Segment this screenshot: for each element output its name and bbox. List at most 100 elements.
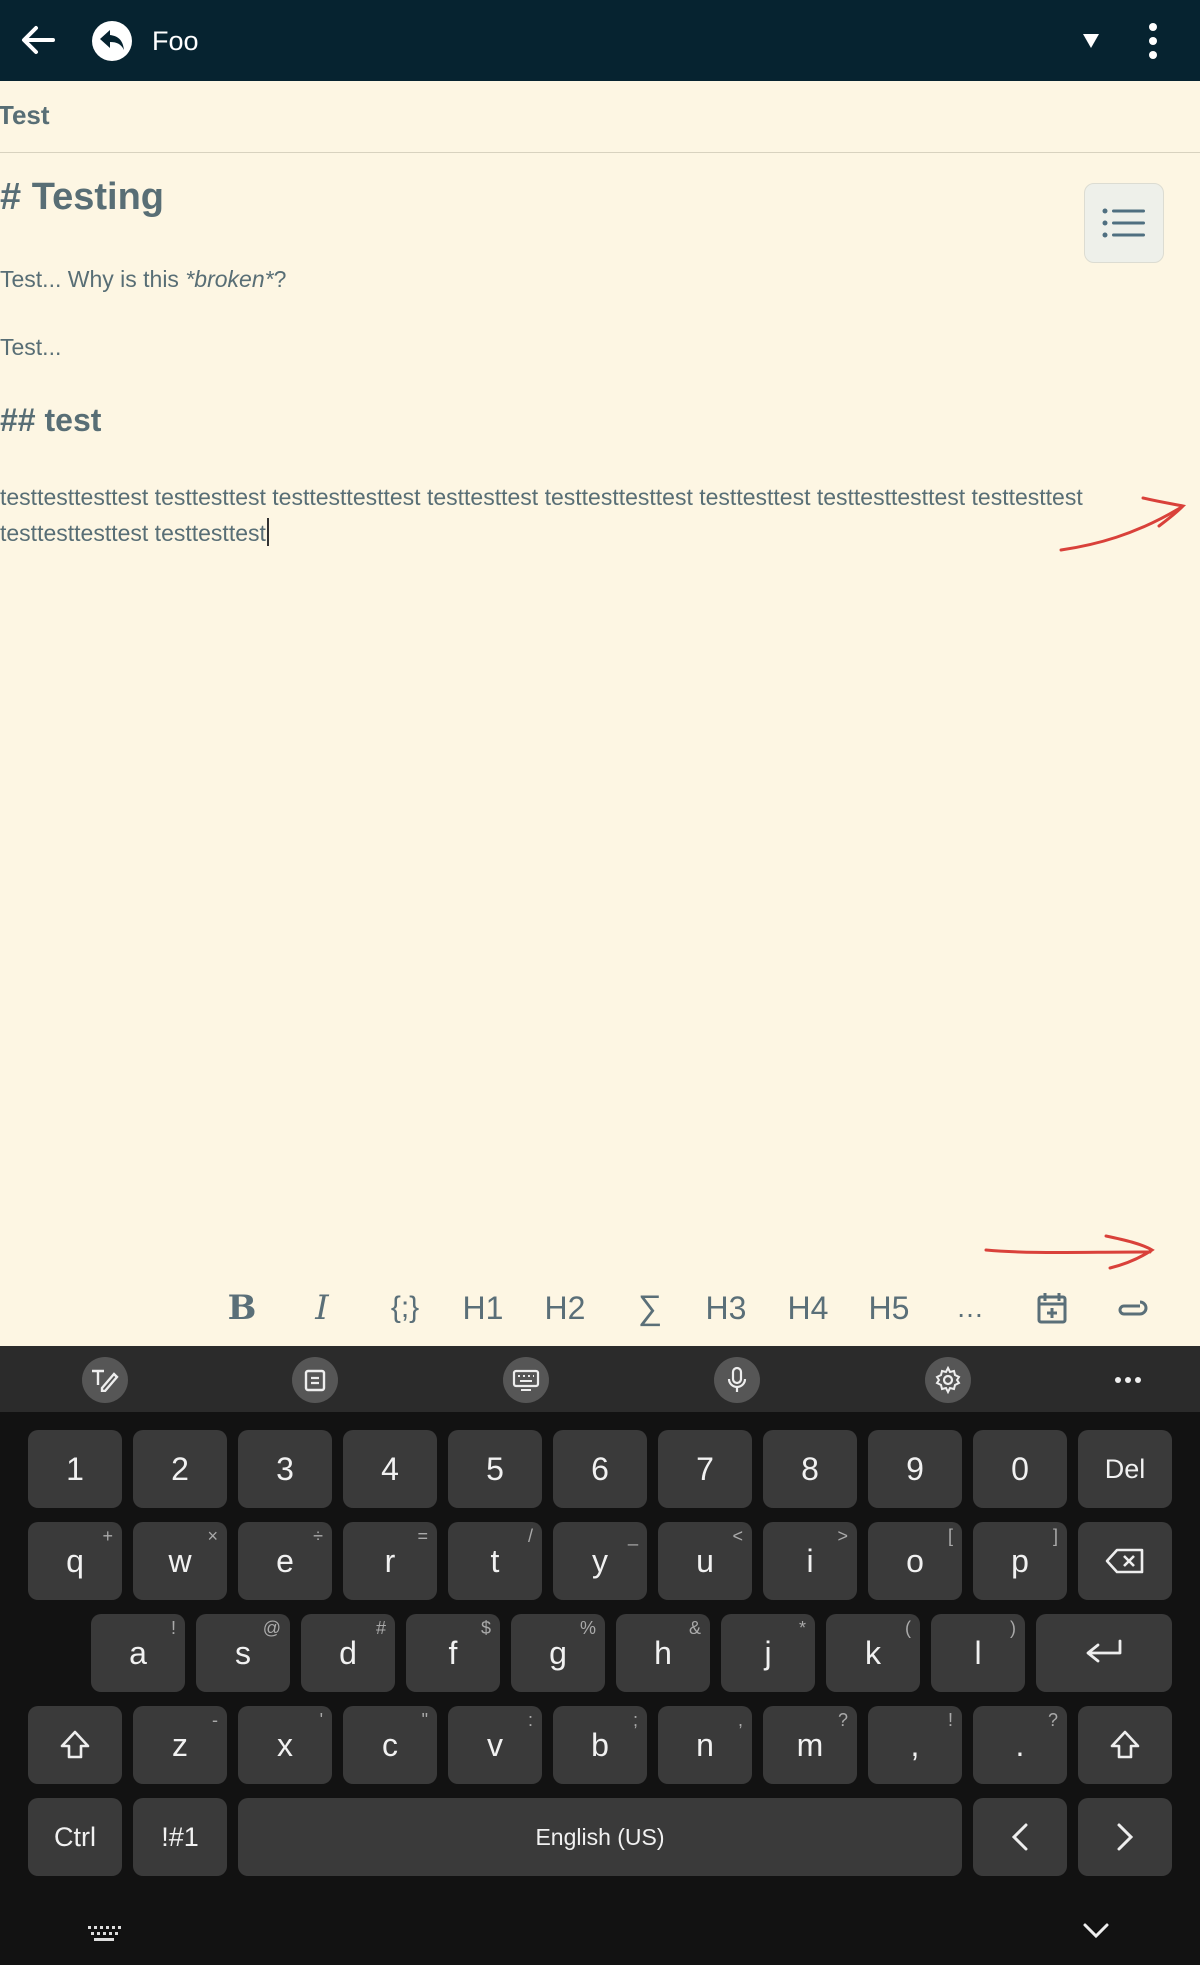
key-g[interactable]: g% [511,1614,605,1692]
key-secondary-label: ; [632,1710,638,1730]
keyboard-switch-button[interactable] [86,1924,122,1949]
notebook-dropdown[interactable] [1076,26,1106,56]
attach-button[interactable] [1114,1286,1150,1330]
shift-key-left[interactable] [28,1706,122,1784]
key-v[interactable]: v: [448,1706,542,1784]
key-7[interactable]: 7 [658,1430,752,1508]
key-a[interactable]: a! [91,1614,185,1692]
more-formats-button[interactable]: … [952,1286,988,1330]
key-r[interactable]: r = [343,1522,437,1600]
insert-date-button[interactable] [1034,1286,1070,1330]
chevron-right-icon [1117,1823,1134,1851]
cursor-left-key[interactable] [973,1798,1067,1876]
key-secondary-label: > [837,1526,848,1546]
key-label: d [339,1634,357,1671]
key-label: a [129,1634,147,1671]
key-8[interactable]: 8 [763,1430,857,1508]
key-9[interactable]: 9 [868,1430,962,1508]
key-o[interactable]: o[ [868,1522,962,1600]
h5-button[interactable]: H5 [864,1286,914,1330]
overflow-menu-button[interactable] [1138,20,1168,62]
key-u[interactable]: u < [658,1522,752,1600]
key-label: b [591,1726,609,1763]
enter-icon [1086,1639,1122,1663]
h2-button[interactable]: H2 [540,1286,590,1330]
key-secondary-label: = [417,1526,428,1546]
shift-icon [1110,1730,1140,1759]
key-k[interactable]: k( [826,1614,920,1692]
key-t[interactable]: t / [448,1522,542,1600]
key-secondary-label: $ [480,1618,491,1638]
key-i[interactable]: i > [763,1522,857,1600]
key-label: y [592,1542,608,1579]
key-x[interactable]: x ' [238,1706,332,1784]
h1-button[interactable]: H1 [458,1286,508,1330]
key-secondary-label: % [579,1618,596,1638]
key-3[interactable]: 3 [238,1430,332,1508]
key-e[interactable]: e ÷ [238,1522,332,1600]
back-button[interactable] [16,18,60,62]
hide-keyboard-button[interactable] [1082,1922,1110,1945]
h4-button[interactable]: H4 [783,1286,833,1330]
key-label: n [696,1726,714,1763]
space-key[interactable]: English (US) [238,1798,962,1876]
keyboard-more-button[interactable] [1104,1358,1152,1402]
chevron-left-icon [1011,1823,1028,1851]
key-f[interactable]: f $ [406,1614,500,1692]
key-4[interactable]: 4 [343,1430,437,1508]
list-icon [1102,208,1145,238]
enter-key[interactable] [1036,1614,1172,1692]
note-title[interactable]: Test [0,100,50,131]
key-c[interactable]: c " [343,1706,437,1784]
key-label: m [796,1726,824,1763]
key-1[interactable]: 1 [28,1430,122,1508]
key-period[interactable]: .? [973,1706,1067,1784]
voice-input-button[interactable] [713,1357,761,1403]
h3-button[interactable]: H3 [701,1286,751,1330]
key-w[interactable]: w × [133,1522,227,1600]
delete-key[interactable]: Del [1078,1430,1172,1508]
italic-button[interactable]: I [302,1286,342,1330]
keyboard-settings-button[interactable] [924,1357,972,1403]
key-s[interactable]: s @ [196,1614,290,1692]
keyboard-icon [512,1369,540,1391]
key-comma[interactable]: ,! [868,1706,962,1784]
keyboard-dots-icon [88,1926,121,1941]
key-label: t [490,1542,500,1579]
key-d[interactable]: d # [301,1614,395,1692]
key-q[interactable]: q + [28,1522,122,1600]
key-z[interactable]: z- [133,1706,227,1784]
key-l[interactable]: l) [931,1614,1025,1692]
shift-key-right[interactable] [1078,1706,1172,1784]
keyboard-layout-button[interactable] [502,1357,550,1403]
key-n[interactable]: n, [658,1706,752,1784]
key-j[interactable]: j * [721,1614,815,1692]
handwriting-button[interactable] [81,1357,129,1403]
table-of-contents-button[interactable] [1084,183,1164,263]
ctrl-key[interactable]: Ctrl [28,1798,122,1876]
key-label: h [654,1634,672,1671]
key-0[interactable]: 0 [973,1430,1067,1508]
code-button[interactable]: {;} [380,1286,430,1330]
chevron-down-icon [1083,1923,1109,1939]
key-5[interactable]: 5 [448,1430,542,1508]
key-b[interactable]: b; [553,1706,647,1784]
cursor-right-key[interactable] [1078,1798,1172,1876]
key-p[interactable]: p] [973,1522,1067,1600]
backspace-key[interactable] [1078,1522,1172,1600]
key-y[interactable]: y _ [553,1522,647,1600]
key-m[interactable]: m? [763,1706,857,1784]
symbols-key[interactable]: !#1 [133,1798,227,1876]
key-6[interactable]: 6 [553,1430,647,1508]
key-h[interactable]: h & [616,1614,710,1692]
key-label: e [276,1542,294,1579]
handwriting-icon [92,1369,119,1392]
key-secondary-label: / [527,1526,533,1546]
clipboard-button[interactable] [291,1357,339,1403]
settings-icon [935,1366,961,1394]
title-divider [0,152,1200,153]
key-2[interactable]: 2 [133,1430,227,1508]
sum-button[interactable]: ∑ [630,1286,670,1330]
long-text-line: testtesttesttest testtesttest [0,518,269,547]
bold-button[interactable]: B [222,1286,262,1330]
